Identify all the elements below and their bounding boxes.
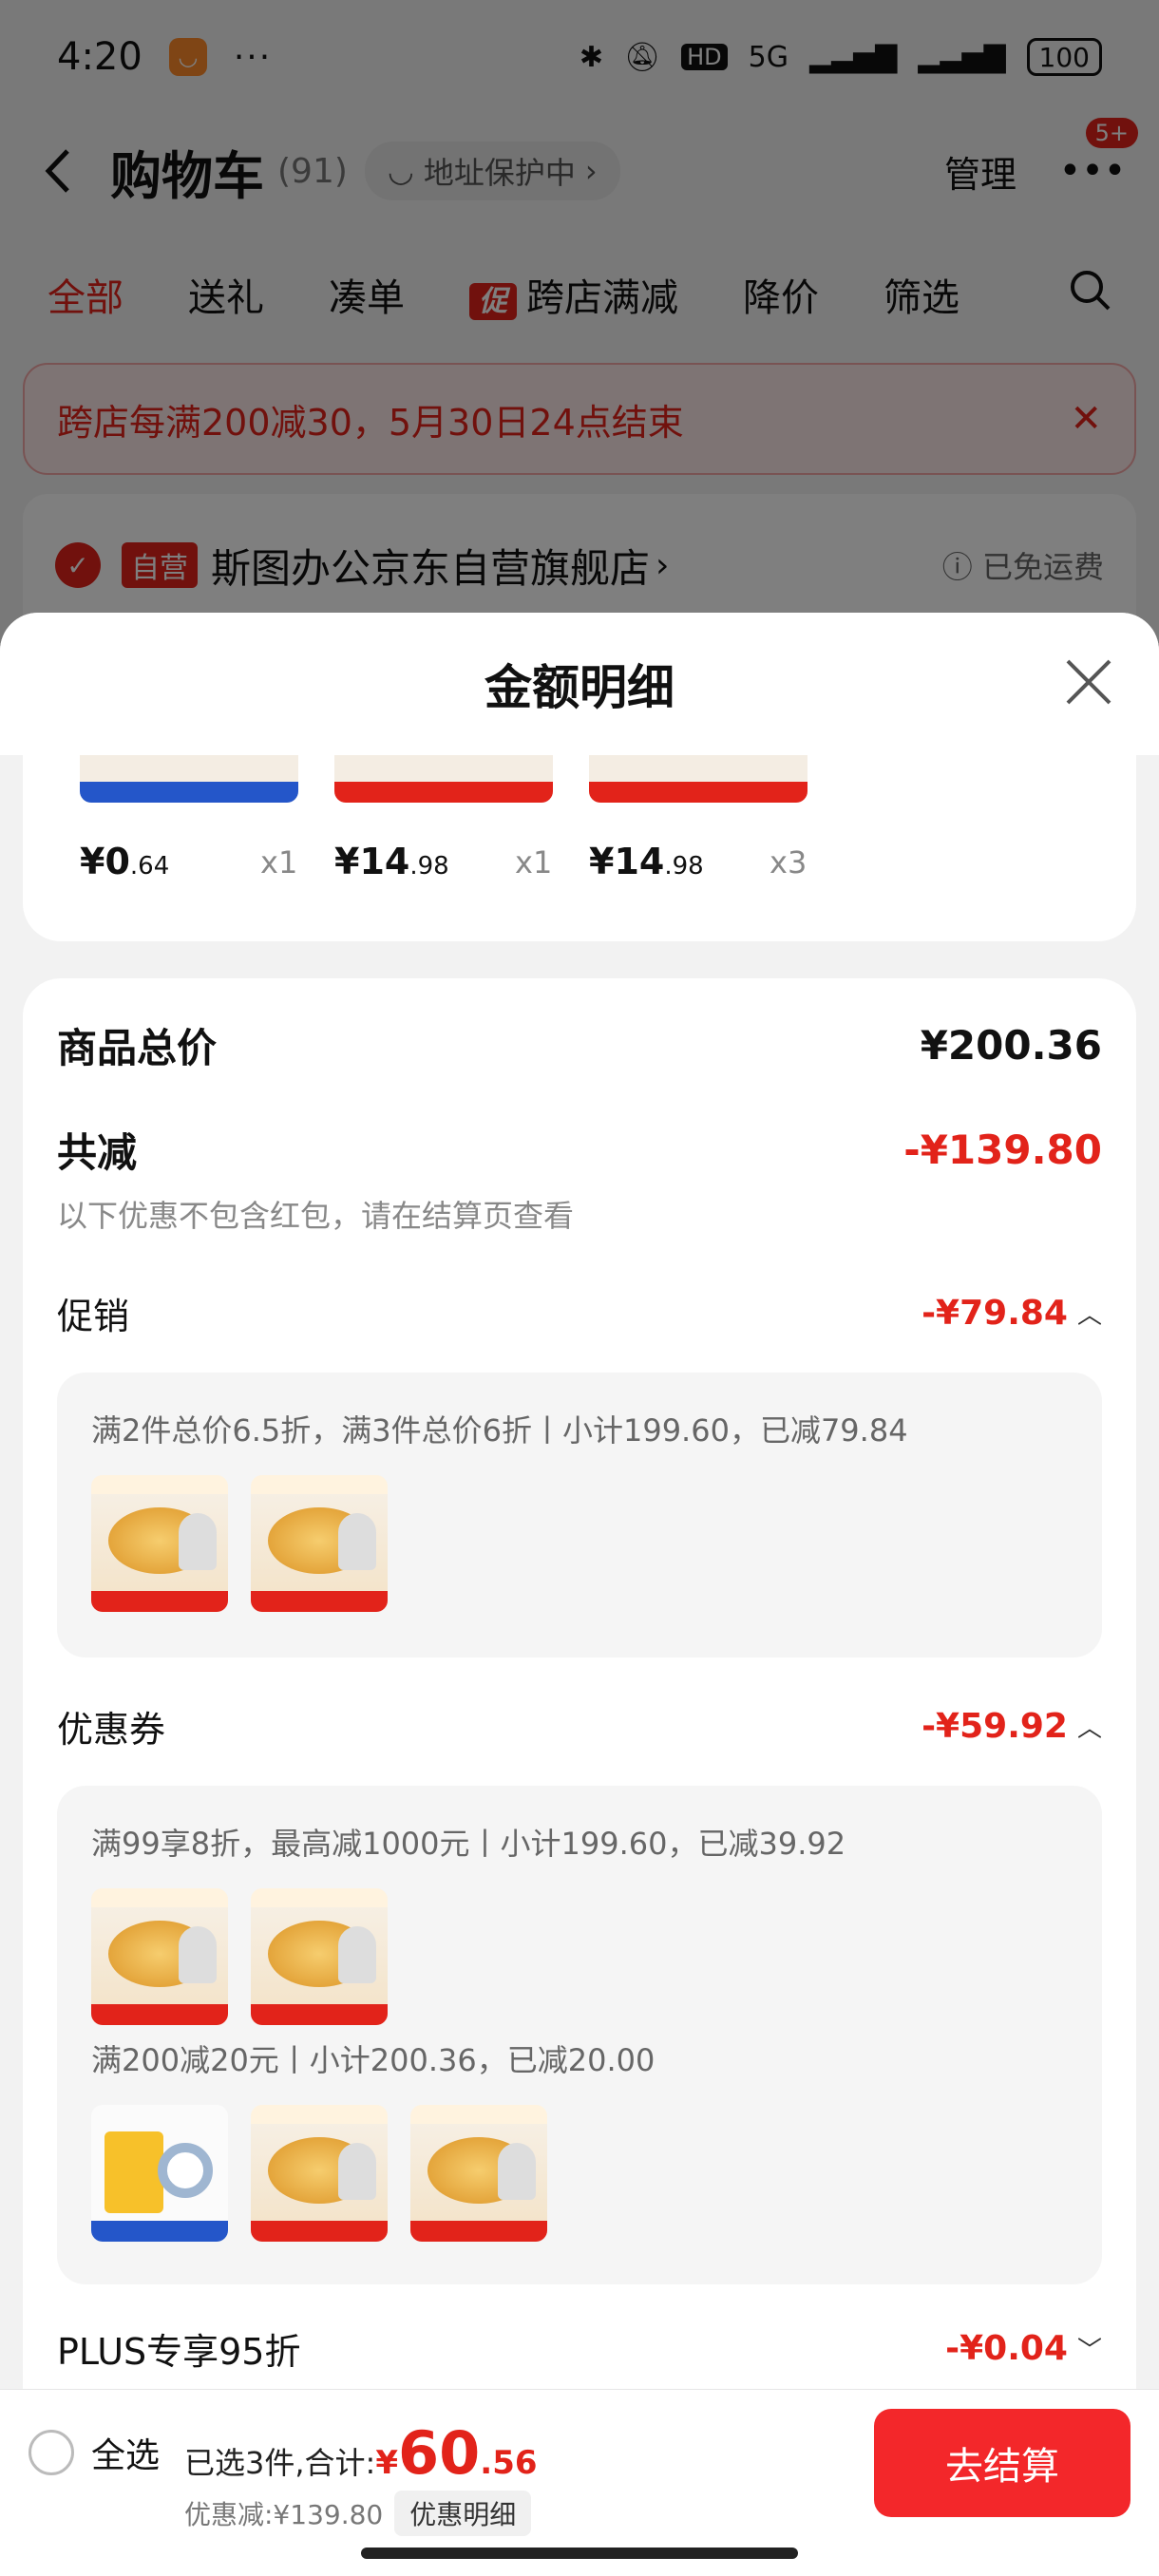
coupon-value: -¥59.92 ︿: [922, 1707, 1102, 1746]
price-int: ¥0: [80, 841, 130, 882]
coupon-thumbnails-2: [91, 2105, 547, 2242]
price-cents: .98: [409, 852, 449, 881]
product-thumbnail: [589, 755, 808, 803]
discount-amount-text: 优惠减:¥139.80: [184, 2499, 384, 2530]
product-thumbnail: [80, 755, 298, 803]
amount-breakdown-card: 商品总价 ¥200.36 共减 -¥139.80 以下优惠不包含红包，请在结算页…: [23, 978, 1136, 2576]
coupon-amount: -¥59.92: [922, 1707, 1068, 1746]
select-all-label: 全选: [91, 2436, 161, 2475]
price-cents: .98: [664, 852, 704, 881]
chevron-down-icon: ﹀: [1076, 2337, 1102, 2365]
total-discount-label: 共减: [57, 1129, 138, 1176]
total-summary: 已选3件,合计: ¥ 60 .56: [184, 2418, 538, 2488]
coupon-label: 优惠券: [57, 1709, 166, 1751]
coupon-thumbnails-1: [91, 1888, 388, 2025]
plus-discount-amount: -¥0.04: [945, 2329, 1068, 2368]
sheet-header: 金额明细: [0, 613, 1159, 755]
currency-symbol: ¥: [375, 2444, 398, 2482]
plus-discount-value: -¥0.04 ﹀: [945, 2329, 1102, 2368]
promotion-label: 促销: [57, 1296, 130, 1337]
tape-product-thumbnail[interactable]: [91, 2105, 228, 2242]
amount-detail-sheet: 金额明细 ¥0.64 x1 ¥14.98 x1 ¥14.98 x3 商品总价 ¥…: [0, 613, 1159, 2576]
pancake-product-thumbnail[interactable]: [410, 2105, 547, 2242]
promotion-thumbnails: [91, 1475, 388, 1612]
chevron-up-icon: ︿: [1076, 1714, 1102, 1743]
pancake-product-thumbnail[interactable]: [91, 1888, 228, 2025]
item-quantity: x3: [770, 844, 808, 881]
total-amount-int: 60: [398, 2418, 481, 2488]
goods-total-label: 商品总价: [57, 1025, 218, 1071]
total-discount-row: 共减 -¥139.80: [57, 1121, 1102, 1179]
plus-discount-label: PLUS专享95折: [57, 2331, 301, 2373]
item-price: ¥14.98: [589, 841, 704, 882]
goods-total-row: 商品总价 ¥200.36: [57, 1016, 1102, 1074]
selected-count-text: 已选3件,合计:: [184, 2445, 376, 2481]
goods-total-value: ¥200.36: [920, 1022, 1102, 1069]
price-int: ¥14: [589, 841, 665, 882]
chevron-up-icon: ︿: [1076, 1301, 1102, 1330]
pancake-product-thumbnail[interactable]: [91, 1475, 228, 1612]
total-amount-cents: .56: [480, 2444, 538, 2482]
discount-detail-button[interactable]: 优惠明细: [394, 2491, 532, 2536]
pancake-product-thumbnail[interactable]: [251, 1475, 388, 1612]
promotion-detail-text: 满2件总价6.5折，满3件总价6折丨小计199.60，已减79.84: [91, 1412, 908, 1449]
promotion-detail-box: 满2件总价6.5折，满3件总价6折丨小计199.60，已减79.84: [57, 1373, 1102, 1657]
price-cents: .64: [129, 852, 170, 881]
price-int: ¥14: [334, 841, 410, 882]
total-discount-value: -¥139.80: [903, 1127, 1102, 1173]
pancake-product-thumbnail[interactable]: [251, 1888, 388, 2025]
selected-items-strip: ¥0.64 x1 ¥14.98 x1 ¥14.98 x3: [23, 755, 1136, 941]
sheet-title: 金额明细: [484, 660, 674, 715]
coupon-detail-box: 满99享8折，最高减1000元丨小计199.60，已减39.92 满200减20…: [57, 1786, 1102, 2284]
coupon-row[interactable]: 优惠券 -¥59.92 ︿: [57, 1700, 1102, 1752]
item-pancake-2[interactable]: ¥14.98 x3: [532, 755, 808, 941]
select-all-toggle[interactable]: 全选: [28, 2428, 160, 2477]
item-pancake-1[interactable]: ¥14.98 x1: [277, 755, 553, 941]
item-tape[interactable]: ¥0.64 x1: [23, 755, 298, 941]
discount-summary: 优惠减:¥139.80 优惠明细: [184, 2491, 532, 2536]
checkout-button[interactable]: 去结算: [874, 2409, 1130, 2517]
item-price: ¥0.64: [80, 841, 169, 882]
item-price: ¥14.98: [334, 841, 449, 882]
coupon-detail-text-2: 满200减20元丨小计200.36，已减20.00: [91, 2042, 656, 2078]
promotion-amount: -¥79.84: [922, 1294, 1068, 1333]
promotion-row[interactable]: 促销 -¥79.84 ︿: [57, 1287, 1102, 1339]
close-icon[interactable]: [1062, 655, 1115, 709]
home-indicator[interactable]: [361, 2548, 798, 2559]
product-thumbnail: [334, 755, 553, 803]
coupon-detail-text-1: 满99享8折，最高减1000元丨小计199.60，已减39.92: [91, 1826, 846, 1862]
select-all-radio[interactable]: [28, 2430, 74, 2475]
promotion-value: -¥79.84 ︿: [922, 1294, 1102, 1333]
plus-discount-row[interactable]: PLUS专享95折 -¥0.04 ﹀: [57, 2322, 1102, 2375]
pancake-product-thumbnail[interactable]: [251, 2105, 388, 2242]
discount-note: 以下优惠不包含红包，请在结算页查看: [57, 1198, 575, 1234]
